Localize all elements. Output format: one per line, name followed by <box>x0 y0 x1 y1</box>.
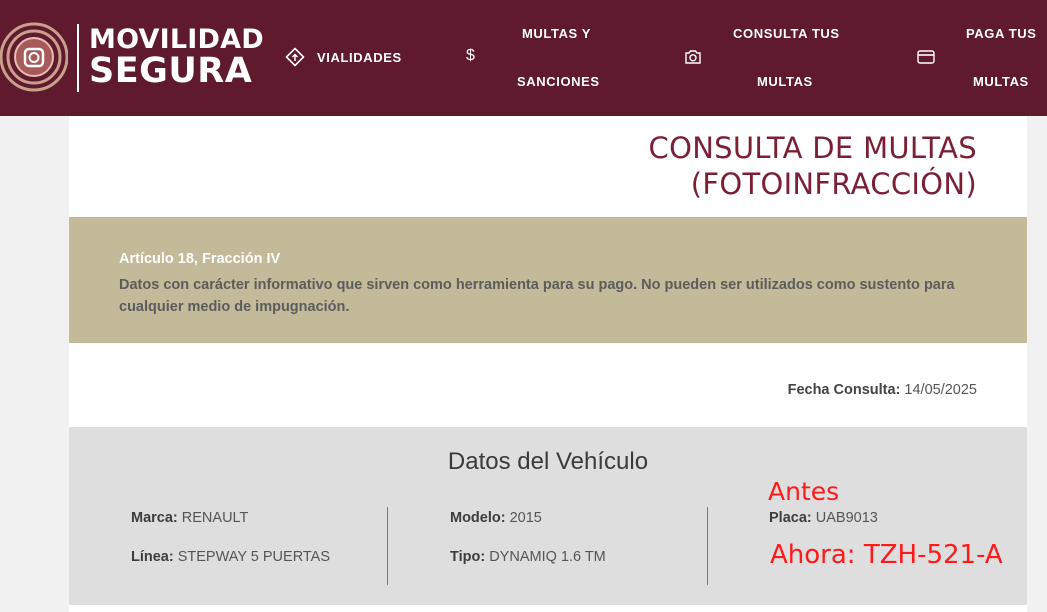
vehicle-linea: Línea: STEPWAY 5 PUERTAS <box>131 549 330 565</box>
camera-icon <box>685 50 701 64</box>
nav-vialidades[interactable]: VIALIDADES <box>317 50 402 65</box>
logo-line1: MOVILIDAD <box>89 24 264 55</box>
logo-mark-icon[interactable] <box>0 22 68 92</box>
nav-multas-sanciones-top[interactable]: MULTAS Y <box>522 26 591 41</box>
notice-title: Artículo 18, Fracción IV <box>119 251 281 267</box>
nav-paga-multas-top[interactable]: PAGA TUS <box>966 26 1037 41</box>
linea-label: Línea: <box>131 549 174 565</box>
main-card: CONSULTA DE MULTAS (FOTOINFRACCIÓN) Artí… <box>69 116 1027 612</box>
placa-label: Placa: <box>769 510 812 526</box>
modelo-label: Modelo: <box>450 510 506 526</box>
page-title-line1: CONSULTA DE MULTAS <box>648 131 977 165</box>
annotation-after: Ahora: TZH-521-A <box>770 540 1003 570</box>
consulta-date: Fecha Consulta: 14/05/2025 <box>788 382 977 398</box>
linea-value: STEPWAY 5 PUERTAS <box>177 549 331 565</box>
vehicle-modelo: Modelo: 2015 <box>450 510 542 526</box>
vehicle-section: Datos del Vehículo Marca: RENAULT Línea:… <box>69 427 1027 605</box>
modelo-value: 2015 <box>509 510 542 526</box>
marca-label: Marca: <box>131 510 178 526</box>
dollar-icon: $ <box>466 47 475 64</box>
logo-wordmark[interactable]: MOVILIDAD SEGURA <box>89 26 264 89</box>
page-title: CONSULTA DE MULTAS (FOTOINFRACCIÓN) <box>649 130 977 202</box>
consulta-date-value: 14/05/2025 <box>904 382 977 398</box>
notice-banner: Artículo 18, Fracción IV Datos con carác… <box>69 217 1027 343</box>
nav-consulta-multas-top[interactable]: CONSULTA TUS <box>733 26 840 41</box>
page-title-line2: (FOTOINFRACCIÓN) <box>690 167 977 201</box>
vehicle-divider-1 <box>387 507 388 585</box>
tipo-value: DYNAMIQ 1.6 TM <box>489 549 606 565</box>
road-sign-icon <box>285 47 305 67</box>
placa-value: UAB9013 <box>815 510 878 526</box>
credit-card-icon <box>917 50 935 64</box>
marca-value: RENAULT <box>181 510 249 526</box>
nav-multas-sanciones-bottom[interactable]: SANCIONES <box>517 74 600 89</box>
nav-paga-multas-bottom[interactable]: MULTAS <box>973 74 1029 89</box>
tipo-label: Tipo: <box>450 549 486 565</box>
notice-text: Datos con carácter informativo que sirve… <box>119 277 955 315</box>
top-header: MOVILIDAD SEGURA VIALIDADES $ MULTAS Y S… <box>0 0 1047 116</box>
logo-divider <box>77 24 79 92</box>
nav-consulta-multas-bottom[interactable]: MULTAS <box>757 74 813 89</box>
vehicle-placa: Placa: UAB9013 <box>769 510 878 526</box>
vehicle-tipo: Tipo: DYNAMIQ 1.6 TM <box>450 549 606 565</box>
vehicle-title: Datos del Vehículo <box>447 448 649 475</box>
annotation-before: Antes <box>768 477 840 506</box>
consulta-date-label: Fecha Consulta: <box>787 382 901 398</box>
vehicle-marca: Marca: RENAULT <box>131 510 248 526</box>
vehicle-divider-2 <box>707 507 708 585</box>
logo-line2: SEGURA <box>89 51 253 91</box>
